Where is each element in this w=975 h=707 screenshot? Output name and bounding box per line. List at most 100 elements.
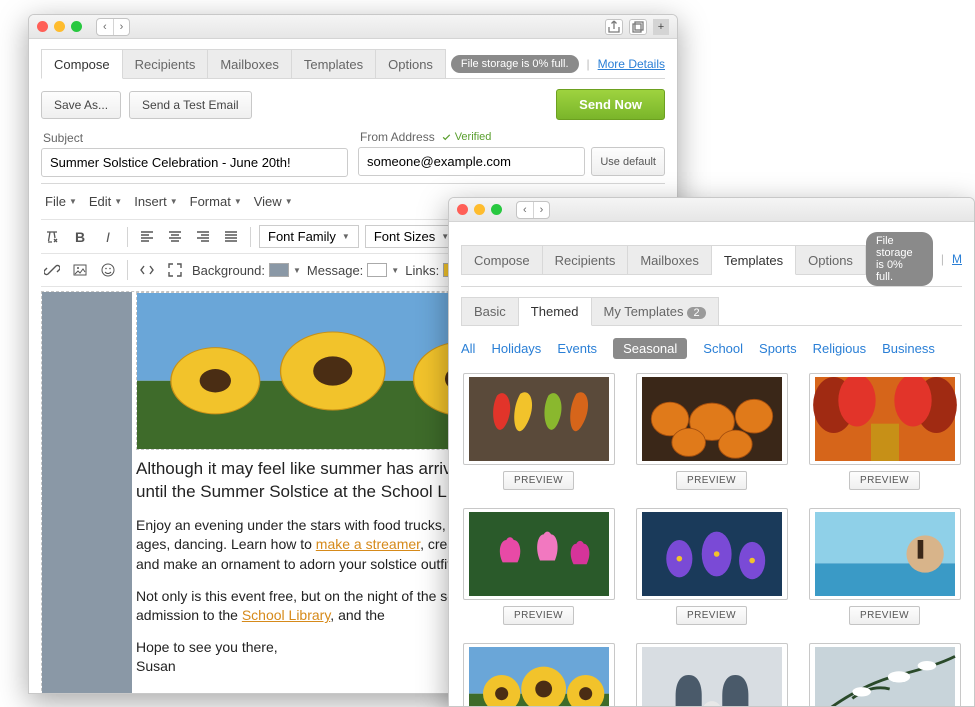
nav-forward-icon[interactable]: ›	[113, 19, 130, 35]
pipe-2: |	[941, 252, 944, 266]
card-beach[interactable]: PREVIEW	[807, 508, 962, 625]
titlebar: ‹ › +	[29, 15, 677, 39]
font-family-select[interactable]: Font Family▼	[259, 225, 359, 248]
align-right-icon[interactable]	[192, 226, 214, 248]
tab-templates-2[interactable]: Templates	[712, 245, 796, 275]
italic-icon[interactable]: I	[97, 226, 119, 248]
template-sub-tabs: Basic Themed My Templates2	[461, 297, 962, 326]
tab-compose[interactable]: Compose	[41, 49, 123, 79]
window-controls-2	[457, 204, 502, 215]
filter-religious[interactable]: Religious	[813, 341, 866, 356]
tab-mailboxes-2[interactable]: Mailboxes	[628, 245, 712, 275]
my-templates-count: 2	[687, 307, 705, 319]
bold-icon[interactable]: B	[69, 226, 91, 248]
from-address-input[interactable]	[358, 147, 585, 176]
subject-input[interactable]	[41, 148, 348, 177]
filter-business[interactable]: Business	[882, 341, 935, 356]
sub-tab-themed[interactable]: Themed	[519, 297, 592, 326]
nav-buttons: ‹ ›	[96, 18, 130, 36]
filter-seasonal[interactable]: Seasonal	[613, 338, 687, 359]
filter-sports[interactable]: Sports	[759, 341, 797, 356]
zoom-dot-2[interactable]	[491, 204, 502, 215]
card-pumpkins[interactable]: PREVIEW	[634, 373, 789, 490]
preview-button[interactable]: PREVIEW	[849, 606, 920, 625]
align-justify-icon[interactable]	[220, 226, 242, 248]
preview-button[interactable]: PREVIEW	[676, 606, 747, 625]
code-icon[interactable]	[136, 259, 158, 281]
menu-view[interactable]: View▼	[250, 190, 297, 213]
send-test-button[interactable]: Send a Test Email	[129, 91, 252, 119]
minimize-dot-2[interactable]	[474, 204, 485, 215]
align-center-icon[interactable]	[164, 226, 186, 248]
menu-file[interactable]: File▼	[41, 190, 81, 213]
share-icon[interactable]	[605, 19, 623, 35]
font-sizes-select[interactable]: Font Sizes▼	[365, 225, 458, 248]
filter-all[interactable]: All	[461, 341, 475, 356]
preview-button[interactable]: PREVIEW	[849, 471, 920, 490]
main-tabs-2: Compose Recipients Mailboxes Templates O…	[461, 232, 962, 287]
sub-tab-my-templates[interactable]: My Templates2	[592, 297, 719, 326]
card-snowy-branch[interactable]	[807, 643, 962, 707]
duplicate-icon[interactable]	[629, 19, 647, 35]
nav-back-2-icon[interactable]: ‹	[517, 202, 533, 218]
preview-button[interactable]: PREVIEW	[503, 471, 574, 490]
plus-icon[interactable]: +	[653, 19, 669, 35]
window-controls	[37, 21, 82, 32]
emoji-icon[interactable]	[97, 259, 119, 281]
menu-edit[interactable]: Edit▼	[85, 190, 126, 213]
menu-format[interactable]: Format▼	[186, 190, 246, 213]
filter-events[interactable]: Events	[557, 341, 597, 356]
from-label: From Address	[360, 130, 435, 144]
filter-school[interactable]: School	[703, 341, 743, 356]
image-icon[interactable]	[69, 259, 91, 281]
card-winter-mittens[interactable]	[634, 643, 789, 707]
tab-options-2[interactable]: Options	[796, 245, 866, 275]
sub-tab-basic[interactable]: Basic	[461, 297, 519, 326]
send-now-button[interactable]: Send Now	[556, 89, 665, 120]
link-school-library[interactable]: School Library	[242, 607, 330, 623]
dup-svg	[630, 19, 646, 35]
link-icon[interactable]	[41, 259, 63, 281]
action-bar: Save As... Send a Test Email Send Now	[41, 89, 665, 120]
nav-fwd-2-icon[interactable]: ›	[533, 202, 550, 218]
fullscreen-icon[interactable]	[164, 259, 186, 281]
tab-mailboxes[interactable]: Mailboxes	[208, 49, 292, 79]
bg-swatch[interactable]	[269, 263, 289, 277]
close-dot[interactable]	[37, 21, 48, 32]
storage-details-link[interactable]: More Details	[598, 57, 665, 71]
menu-insert[interactable]: Insert▼	[130, 190, 181, 213]
tab-compose-2[interactable]: Compose	[461, 245, 543, 275]
nav-back-icon[interactable]: ‹	[97, 19, 113, 35]
msg-swatch[interactable]	[367, 263, 387, 277]
links-label: Links:	[405, 263, 439, 278]
preview-button[interactable]: PREVIEW	[676, 471, 747, 490]
message-label: Message:	[307, 263, 363, 278]
filter-holidays[interactable]: Holidays	[491, 341, 541, 356]
link-streamer[interactable]: make a streamer	[316, 536, 420, 552]
background-label: Background:	[192, 263, 265, 278]
use-default-button[interactable]: Use default	[591, 147, 665, 176]
tab-templates[interactable]: Templates	[292, 49, 376, 79]
zoom-dot[interactable]	[71, 21, 82, 32]
template-grid: PREVIEW PREVIEW PREVIEW PREVIEW PREVIEW	[461, 373, 962, 707]
tab-recipients-2[interactable]: Recipients	[543, 245, 629, 275]
card-autumn-leaves[interactable]: PREVIEW	[461, 373, 616, 490]
card-tulips[interactable]: PREVIEW	[461, 508, 616, 625]
storage-pill-2: File storage is 0% full.	[866, 232, 933, 286]
verified-badge: Verified	[441, 131, 492, 143]
tab-recipients[interactable]: Recipients	[123, 49, 209, 79]
preview-button[interactable]: PREVIEW	[503, 606, 574, 625]
tab-options[interactable]: Options	[376, 49, 446, 79]
card-sunflowers[interactable]	[461, 643, 616, 707]
minimize-dot[interactable]	[54, 21, 65, 32]
save-as-button[interactable]: Save As...	[41, 91, 121, 119]
storage-more-2[interactable]: M	[952, 252, 962, 266]
check-icon	[441, 132, 452, 143]
subject-label: Subject	[41, 131, 83, 145]
card-crocuses[interactable]: PREVIEW	[634, 508, 789, 625]
clear-format-icon[interactable]	[41, 226, 63, 248]
share-svg	[606, 19, 622, 35]
align-left-icon[interactable]	[136, 226, 158, 248]
close-dot-2[interactable]	[457, 204, 468, 215]
card-fall-forest[interactable]: PREVIEW	[807, 373, 962, 490]
